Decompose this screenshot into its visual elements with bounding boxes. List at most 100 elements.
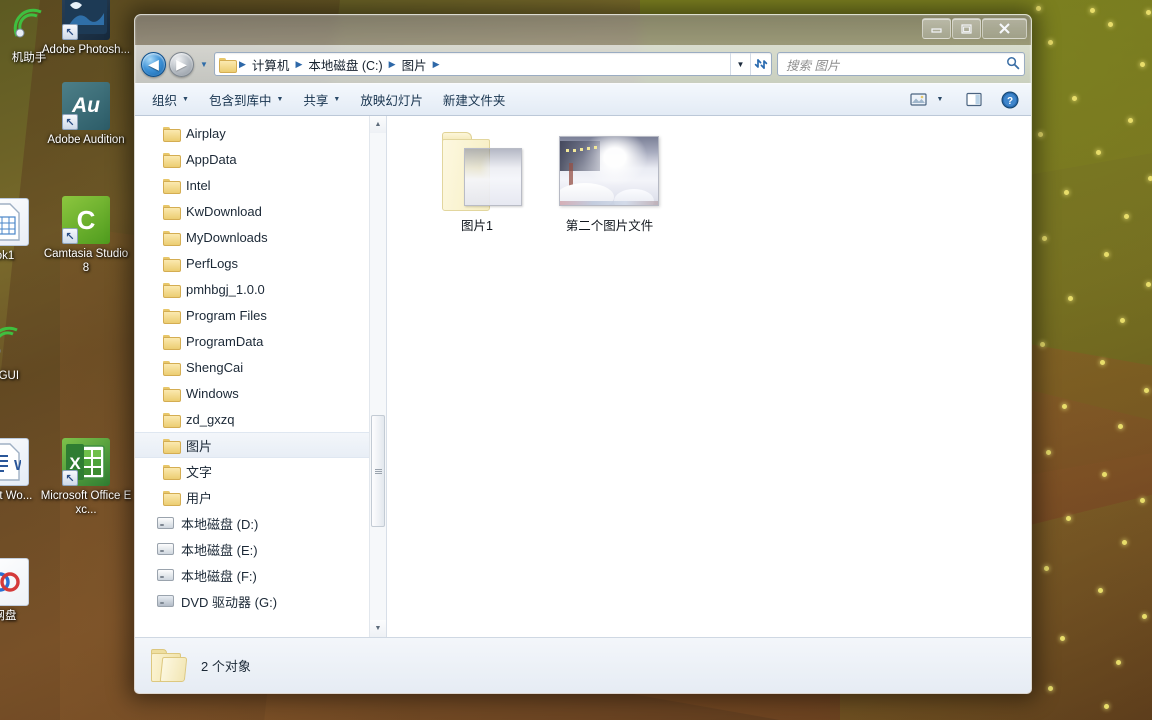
image-window-light [594,146,598,149]
tree-item-drive[interactable]: 本地磁盘 (D:) [135,510,386,536]
breadcrumb-separator-icon[interactable]: ▶ [237,59,248,70]
folder-icon [163,152,181,168]
desktop-icon-sgui[interactable]: SGUI [0,318,44,383]
tree-item-folder[interactable]: Intel [135,172,386,198]
tree-item-folder[interactable]: AppData [135,146,386,172]
view-dropdown-button[interactable]: ▼ [933,89,947,111]
help-icon: ? [1001,91,1019,108]
tree-item-drive[interactable]: 本地磁盘 (F:) [135,562,386,588]
file-explorer-window[interactable]: ◀ ▶ ▼ ▶ 计算机 ▶ 本地磁盘 (C:) ▶ 图片 ▶ ▼ 搜索 图片 组… [134,14,1032,694]
desktop-icon-cloud-drive-label: 网盘 [0,610,17,622]
change-view-button[interactable] [905,89,931,111]
tree-item-folder[interactable]: ShengCai [135,354,386,380]
tree-item-folder[interactable]: zd_gxzq [135,406,386,432]
wallpaper-dot [1104,704,1109,709]
tree-item-label: DVD 驱动器 (G:) [181,594,278,610]
tree-item-folder[interactable]: pmhbgj_1.0.0 [135,276,386,302]
recent-locations-button[interactable]: ▼ [197,55,211,73]
address-bar[interactable]: ▶ 计算机 ▶ 本地磁盘 (C:) ▶ 图片 ▶ ▼ [214,52,772,76]
wallpaper-dot [1104,252,1109,257]
forward-button[interactable]: ▶ [169,51,194,77]
tree-item-folder[interactable]: PerfLogs [135,250,386,276]
image-window-light [573,149,577,152]
tree-item-folder[interactable]: 用户 [135,484,386,510]
wallpaper-dot [1040,342,1045,347]
breadcrumb-item[interactable]: 计算机 [248,53,294,76]
toolbar-organize[interactable]: 组织 ▼ [143,88,198,112]
tree-item-drive[interactable]: DVD 驱动器 (G:) [135,588,386,614]
back-button[interactable]: ◀ [141,51,166,77]
chevron-down-icon: ▼ [736,59,745,69]
grip-icon [374,468,382,474]
scroll-down-button[interactable]: ▼ [370,620,386,637]
wallpaper-dot [1108,22,1113,27]
image-window-light [587,147,591,150]
breadcrumb-separator-icon[interactable]: ▶ [431,59,442,70]
desktop[interactable]: 机助手↖Adobe Photosh...Au↖Adobe Auditionok1… [0,0,1152,720]
wallpaper-dot [1140,62,1145,67]
folder-icon [163,282,181,298]
scroll-up-button[interactable]: ▲ [370,116,386,133]
breadcrumb-item[interactable]: 图片 [398,53,431,76]
toolbar-share-label: 共享 [303,94,329,108]
desktop-icon-cloud-drive-glyph [0,558,29,606]
preview-pane-icon [966,92,982,107]
scrollbar-track[interactable] [370,133,386,620]
wallpaper-dot [1102,472,1107,477]
toolbar-share[interactable]: 共享 ▼ [294,88,349,112]
search-input[interactable]: 搜索 图片 [786,55,1006,74]
folder-icon [163,178,181,194]
tree-item-folder[interactable]: Program Files [135,302,386,328]
svg-text:W: W [14,457,21,474]
address-dropdown-button[interactable]: ▼ [730,53,750,75]
folder-icon [163,334,181,350]
desktop-icon-book1[interactable]: ok1 [0,198,44,263]
window-titlebar[interactable] [135,15,1031,45]
desktop-icon-adobe-photoshop[interactable]: ↖ Adobe Photosh... [40,0,132,57]
tree-item-drive[interactable]: 本地磁盘 (E:) [135,536,386,562]
close-button[interactable] [982,18,1027,39]
toolbar-include-in-library[interactable]: 包含到库中 ▼ [200,88,292,112]
navigation-bar: ◀ ▶ ▼ ▶ 计算机 ▶ 本地磁盘 (C:) ▶ 图片 ▶ ▼ 搜索 图片 [135,45,1031,83]
wallpaper-dot [1096,150,1101,155]
desktop-icon-microsoft-office-excel[interactable]: X ↖ Microsoft Office Exc... [40,438,132,517]
help-button[interactable]: ? [997,89,1023,111]
tree-item-folder[interactable]: Airplay [135,120,386,146]
minimize-button[interactable] [922,18,951,39]
breadcrumb-separator-icon[interactable]: ▶ [293,59,304,70]
wallpaper-dot [1122,540,1127,545]
desktop-icon-cloud-drive[interactable]: 网盘 [0,558,44,623]
desktop-icon-adobe-photoshop-glyph: ↖ [62,0,110,40]
maximize-button[interactable] [952,18,981,39]
desktop-icon-camtasia-studio-8[interactable]: C ↖ Camtasia Studio 8 [40,196,132,275]
command-toolbar: 组织 ▼ 包含到库中 ▼ 共享 ▼ 放映幻灯片 新建文件夹 ▼ ? [135,83,1031,116]
file-item-folder[interactable]: 图片1 [417,130,537,234]
tree-item-folder[interactable]: KwDownload [135,198,386,224]
breadcrumb-separator-icon[interactable]: ▶ [387,59,398,70]
toolbar-new-folder-label: 新建文件夹 [442,94,506,108]
search-box[interactable]: 搜索 图片 [777,52,1025,76]
preview-pane-button[interactable] [961,89,987,111]
file-list-pane[interactable]: 图片1 第二个图片文件 [387,116,1031,637]
wallpaper-dot [1062,404,1067,409]
breadcrumb-item[interactable]: 本地磁盘 (C:) [304,53,386,76]
desktop-icon-adobe-audition[interactable]: Au ↖ Adobe Audition [40,82,132,147]
refresh-button[interactable] [750,53,770,75]
tree-item-folder[interactable]: 图片 [135,432,386,458]
tree-item-folder[interactable]: MyDownloads [135,224,386,250]
toolbar-new-folder[interactable]: 新建文件夹 [434,88,515,112]
wallpaper-dot [1068,296,1073,301]
tree-item-folder[interactable]: 文字 [135,458,386,484]
scrollbar-thumb[interactable] [371,415,385,528]
navigation-tree[interactable]: Airplay AppData Intel KwDownload MyDownloads… [135,116,387,637]
desktop-icon-microsoft-word[interactable]: W↖ osoft Wo... [0,438,44,503]
toolbar-slideshow[interactable]: 放映幻灯片 [351,88,432,112]
file-item-image[interactable]: 第二个图片文件 [549,130,669,234]
folder-icon [163,412,181,428]
tree-scrollbar[interactable]: ▲ ▼ [369,116,386,637]
tree-item-folder[interactable]: ProgramData [135,328,386,354]
tree-item-folder[interactable]: Windows [135,380,386,406]
tree-item-label: Windows [186,385,239,401]
folder-icon [163,438,181,454]
hard-drive-icon [157,517,174,529]
